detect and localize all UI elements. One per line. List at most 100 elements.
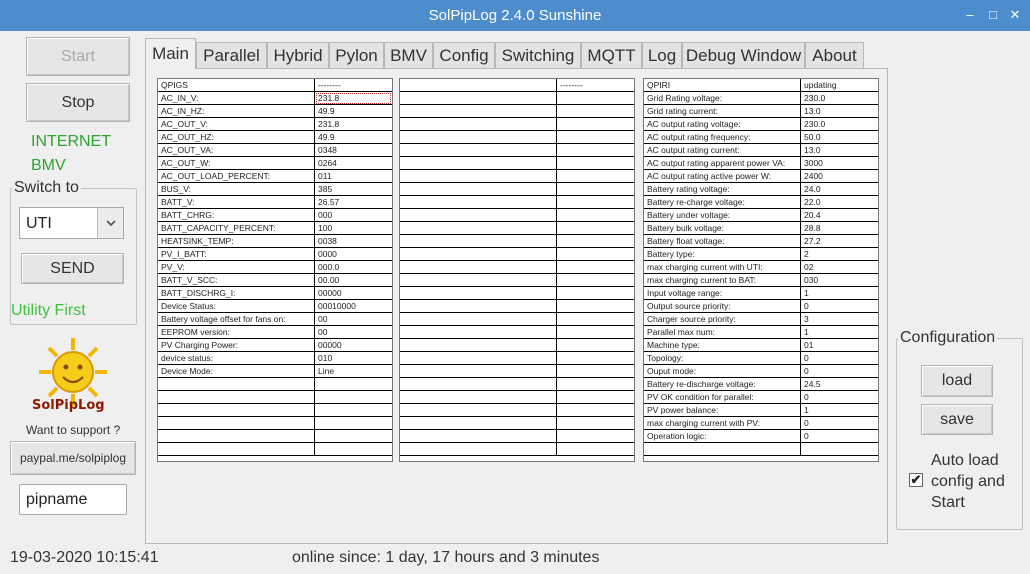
table-cell-value[interactable]: 0038 bbox=[315, 235, 392, 248]
table-cell-value[interactable]: 00 bbox=[315, 313, 392, 326]
table-cell-value[interactable] bbox=[557, 378, 634, 391]
table-cell-value[interactable]: 0348 bbox=[315, 144, 392, 157]
table-cell-value[interactable]: 20.4 bbox=[801, 209, 878, 222]
table-cell-label[interactable] bbox=[158, 430, 315, 443]
table-cell-value[interactable] bbox=[557, 430, 634, 443]
table-cell-label[interactable]: Output source priority: bbox=[644, 300, 801, 313]
table-cell-label[interactable]: Operation logic: bbox=[644, 430, 801, 443]
table-cell-label[interactable] bbox=[400, 235, 557, 248]
table-cell-label[interactable] bbox=[400, 404, 557, 417]
table-cell-label[interactable]: Battery re-discharge voltage: bbox=[644, 378, 801, 391]
table-cell-label[interactable]: Topology: bbox=[644, 352, 801, 365]
table-cell-label[interactable] bbox=[400, 222, 557, 235]
table-cell-label[interactable]: AC output rating apparent power VA: bbox=[644, 157, 801, 170]
minimize-icon[interactable]: – bbox=[961, 6, 979, 24]
table-cell-value[interactable] bbox=[801, 443, 878, 456]
table-cell-label[interactable]: AC_OUT_V: bbox=[158, 118, 315, 131]
table-cell-label[interactable]: Battery voltage offset for fans on: bbox=[158, 313, 315, 326]
table-cell-label[interactable] bbox=[400, 378, 557, 391]
table-cell-value[interactable]: 000.0 bbox=[315, 261, 392, 274]
table-cell-label[interactable]: HEATSINK_TEMP: bbox=[158, 235, 315, 248]
table-cell-value[interactable] bbox=[557, 222, 634, 235]
table-cell-value[interactable]: 030 bbox=[801, 274, 878, 287]
table-cell-value[interactable] bbox=[315, 443, 392, 456]
table-cell-value[interactable]: 011 bbox=[315, 170, 392, 183]
table-cell-value[interactable] bbox=[557, 105, 634, 118]
paypal-button[interactable]: paypal.me/solpiplog bbox=[10, 441, 136, 475]
auto-load-checkbox[interactable]: ✔ bbox=[909, 473, 923, 487]
table-cell-value[interactable]: 49.9 bbox=[315, 105, 392, 118]
tab-bmv[interactable]: BMV bbox=[384, 42, 433, 69]
table-cell-label[interactable] bbox=[644, 443, 801, 456]
table-cell-value[interactable] bbox=[315, 391, 392, 404]
table-cell-label[interactable]: max charging current with UTI: bbox=[644, 261, 801, 274]
table-cell-label[interactable]: device status: bbox=[158, 352, 315, 365]
table-cell-value[interactable]: 0 bbox=[801, 391, 878, 404]
table-cell-value[interactable]: 22.0 bbox=[801, 196, 878, 209]
table-cell-value[interactable]: 24.0 bbox=[801, 183, 878, 196]
table-cell-label[interactable] bbox=[400, 417, 557, 430]
table-cell-label[interactable]: Battery bulk voltage: bbox=[644, 222, 801, 235]
table-cell-value[interactable]: 50.0 bbox=[801, 131, 878, 144]
table-cell-value[interactable] bbox=[557, 144, 634, 157]
table-cell-label[interactable] bbox=[400, 313, 557, 326]
table-cell-value[interactable] bbox=[557, 183, 634, 196]
table-cell-value[interactable] bbox=[557, 326, 634, 339]
table-cell-label[interactable] bbox=[400, 339, 557, 352]
tab-about[interactable]: About bbox=[805, 42, 864, 69]
close-icon[interactable]: ✕ bbox=[1006, 6, 1024, 24]
table-cell-label[interactable] bbox=[400, 248, 557, 261]
table-cell-value[interactable]: 0 bbox=[801, 365, 878, 378]
start-button[interactable]: Start bbox=[26, 37, 130, 76]
table-cell-label[interactable] bbox=[158, 378, 315, 391]
table-cell-value[interactable] bbox=[557, 404, 634, 417]
table-cell-label[interactable]: AC_IN_V: bbox=[158, 92, 315, 105]
table-cell-value[interactable]: 0 bbox=[801, 352, 878, 365]
table-cell-value[interactable] bbox=[557, 339, 634, 352]
table-cell-label[interactable] bbox=[400, 196, 557, 209]
table-cell-label[interactable]: Machine type: bbox=[644, 339, 801, 352]
table-cell-label[interactable] bbox=[400, 105, 557, 118]
table-cell-label[interactable] bbox=[400, 131, 557, 144]
tab-hybrid[interactable]: Hybrid bbox=[267, 42, 329, 69]
table-cell-value[interactable]: 00000 bbox=[315, 287, 392, 300]
table-cell-label[interactable]: PV OK condition for parallel: bbox=[644, 391, 801, 404]
table-cell-value[interactable] bbox=[557, 300, 634, 313]
pipname-input[interactable]: pipname bbox=[19, 484, 127, 515]
tab-switching[interactable]: Switching bbox=[495, 42, 581, 69]
table-cell-value[interactable]: 13.0 bbox=[801, 144, 878, 157]
table-cell-label[interactable]: AC_OUT_LOAD_PERCENT: bbox=[158, 170, 315, 183]
table-cell-value[interactable]: 0 bbox=[801, 430, 878, 443]
table-cell-value[interactable] bbox=[315, 404, 392, 417]
load-button[interactable]: load bbox=[921, 365, 993, 397]
table-cell-value[interactable] bbox=[557, 170, 634, 183]
table-cell-label[interactable]: BATT_CAPACITY_PERCENT: bbox=[158, 222, 315, 235]
table-cell-label[interactable]: Battery re-charge voltage: bbox=[644, 196, 801, 209]
table-cell-label[interactable] bbox=[400, 92, 557, 105]
table-cell-value[interactable] bbox=[315, 378, 392, 391]
table-cell-value[interactable]: 13.0 bbox=[801, 105, 878, 118]
table-cell-value[interactable]: 1 bbox=[801, 287, 878, 300]
table-cell-label[interactable]: Charger source priority: bbox=[644, 313, 801, 326]
table-cell-label[interactable]: PV Charging Power: bbox=[158, 339, 315, 352]
table-cell-value[interactable]: 02 bbox=[801, 261, 878, 274]
table-cell-label[interactable] bbox=[400, 365, 557, 378]
table-cell-value[interactable] bbox=[557, 235, 634, 248]
table-cell-label[interactable]: Battery float voltage: bbox=[644, 235, 801, 248]
table-cell-value[interactable]: 010 bbox=[315, 352, 392, 365]
table-cell-value[interactable]: 27.2 bbox=[801, 235, 878, 248]
switch-select[interactable]: UTI bbox=[19, 207, 124, 239]
table-cell-value[interactable] bbox=[315, 430, 392, 443]
maximize-icon[interactable]: □ bbox=[984, 6, 1002, 24]
table-cell-value[interactable]: -------- bbox=[315, 79, 392, 92]
table-cell-label[interactable] bbox=[400, 287, 557, 300]
table-cell-value[interactable]: 2400 bbox=[801, 170, 878, 183]
table-cell-value[interactable]: 230.0 bbox=[801, 118, 878, 131]
table-cell-label[interactable]: Parallel max num: bbox=[644, 326, 801, 339]
table-cell-label[interactable]: AC_OUT_VA: bbox=[158, 144, 315, 157]
table-cell-label[interactable]: PV_V: bbox=[158, 261, 315, 274]
table-cell-label[interactable]: AC output rating current: bbox=[644, 144, 801, 157]
tab-main[interactable]: Main bbox=[145, 38, 196, 69]
table-cell-label[interactable]: Device Status: bbox=[158, 300, 315, 313]
table-cell-label[interactable]: PV power balance: bbox=[644, 404, 801, 417]
